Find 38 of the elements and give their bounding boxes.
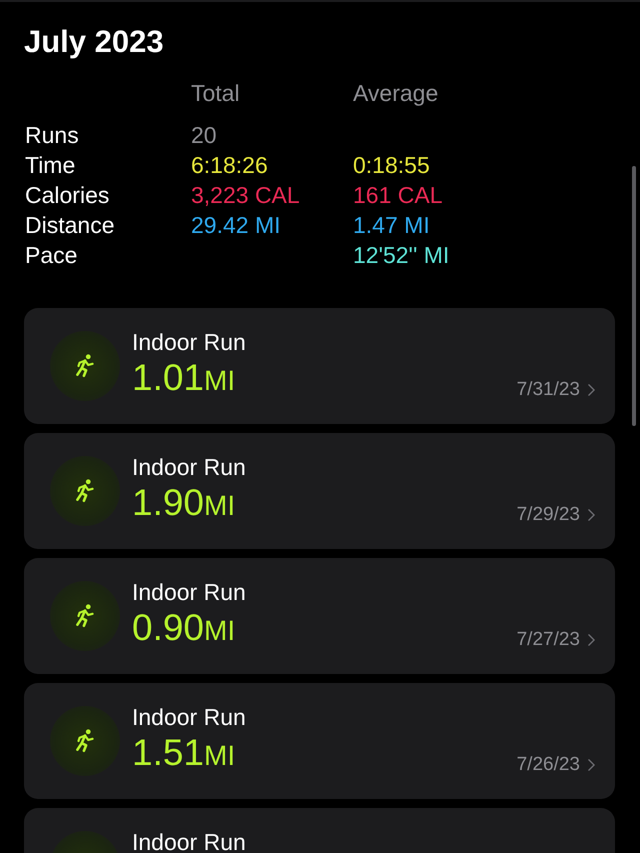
workout-date: 7/31/23 (516, 379, 580, 401)
page-title: July 2023 (24, 24, 164, 60)
column-header: Average (353, 79, 438, 108)
workout-card[interactable]: Indoor Run 1.01MI 7/31/23 (24, 308, 615, 424)
workout-card[interactable]: Indoor Run 1.51MI 7/26/23 (24, 683, 615, 799)
workout-card[interactable]: Indoor Run 0.90MI 7/27/23 (24, 558, 615, 674)
workout-card[interactable]: Indoor Run 1.90MI 7/29/23 (24, 433, 615, 549)
chevron-right-icon (588, 759, 595, 771)
stat-value: 3,223 CAL (191, 181, 300, 210)
workout-name: Indoor Run (132, 828, 246, 853)
stat-label: Time (24, 151, 76, 180)
stat-value: 0:18:55 (353, 151, 430, 180)
workout-date: 7/26/23 (516, 754, 580, 776)
workout-distance: 0.90MI (132, 606, 236, 650)
column-header: Total (191, 79, 240, 108)
workout-card[interactable]: Indoor Run (24, 808, 615, 853)
workout-distance: 1.01MI (132, 356, 236, 400)
stat-value: 29.42 MI (191, 211, 280, 240)
workout-distance: 1.90MI (132, 481, 236, 525)
chevron-right-icon (588, 509, 595, 521)
stat-value: 20 (191, 121, 217, 150)
stat-value: 12'52'' MI (353, 241, 450, 270)
stat-label: Runs (24, 121, 79, 150)
stat-value: 6:18:26 (191, 151, 268, 180)
workout-distance: 1.51MI (132, 731, 236, 775)
stat-label: Distance (24, 211, 114, 240)
chevron-right-icon (588, 384, 595, 396)
workout-name: Indoor Run (132, 703, 246, 731)
workout-name: Indoor Run (132, 578, 246, 606)
workout-date: 7/27/23 (516, 629, 580, 651)
stat-label: Calories (24, 181, 110, 210)
chevron-right-icon (588, 634, 595, 646)
stat-label: Pace (24, 241, 78, 270)
stat-value: 1.47 MI (353, 211, 430, 240)
workout-name: Indoor Run (132, 328, 246, 356)
workout-date: 7/29/23 (516, 504, 580, 526)
stat-value: 161 CAL (353, 181, 443, 210)
workout-name: Indoor Run (132, 453, 246, 481)
